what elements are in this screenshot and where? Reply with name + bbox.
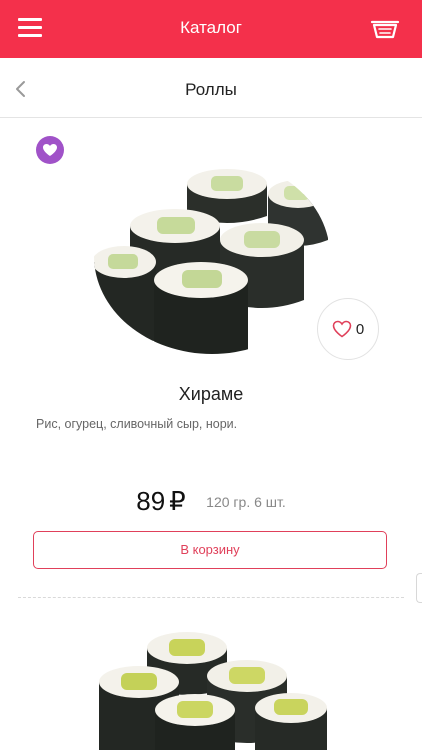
side-pull-tab[interactable] (416, 573, 422, 603)
currency-symbol: ₽ (169, 486, 186, 516)
product-weight: 120 гр. 6 шт. (206, 493, 286, 510)
like-button[interactable]: 0 (317, 298, 379, 360)
add-to-cart-button[interactable]: В корзину (33, 531, 387, 569)
favorite-badge (36, 136, 64, 164)
like-count: 0 (355, 320, 365, 338)
next-product-image (99, 632, 327, 750)
basket-icon[interactable] (370, 16, 400, 40)
category-header: Роллы (0, 58, 422, 118)
heart-icon (43, 144, 57, 156)
product-card: 0 Хираме Рис, огурец, сливочный сыр, нор… (0, 118, 422, 598)
product-price: 89 (136, 486, 166, 516)
price-row: 89 ₽ 120 гр. 6 шт. (0, 486, 422, 517)
card-divider (18, 597, 404, 598)
product-name: Хираме (178, 384, 244, 404)
heart-outline-icon (332, 320, 352, 338)
product-image (94, 169, 328, 354)
top-app-bar: Каталог (0, 0, 422, 58)
page-title: Роллы (185, 80, 237, 99)
app-bar-title: Каталог (180, 18, 242, 37)
product-description: Рис, огурец, сливочный сыр, нори. (36, 417, 238, 431)
